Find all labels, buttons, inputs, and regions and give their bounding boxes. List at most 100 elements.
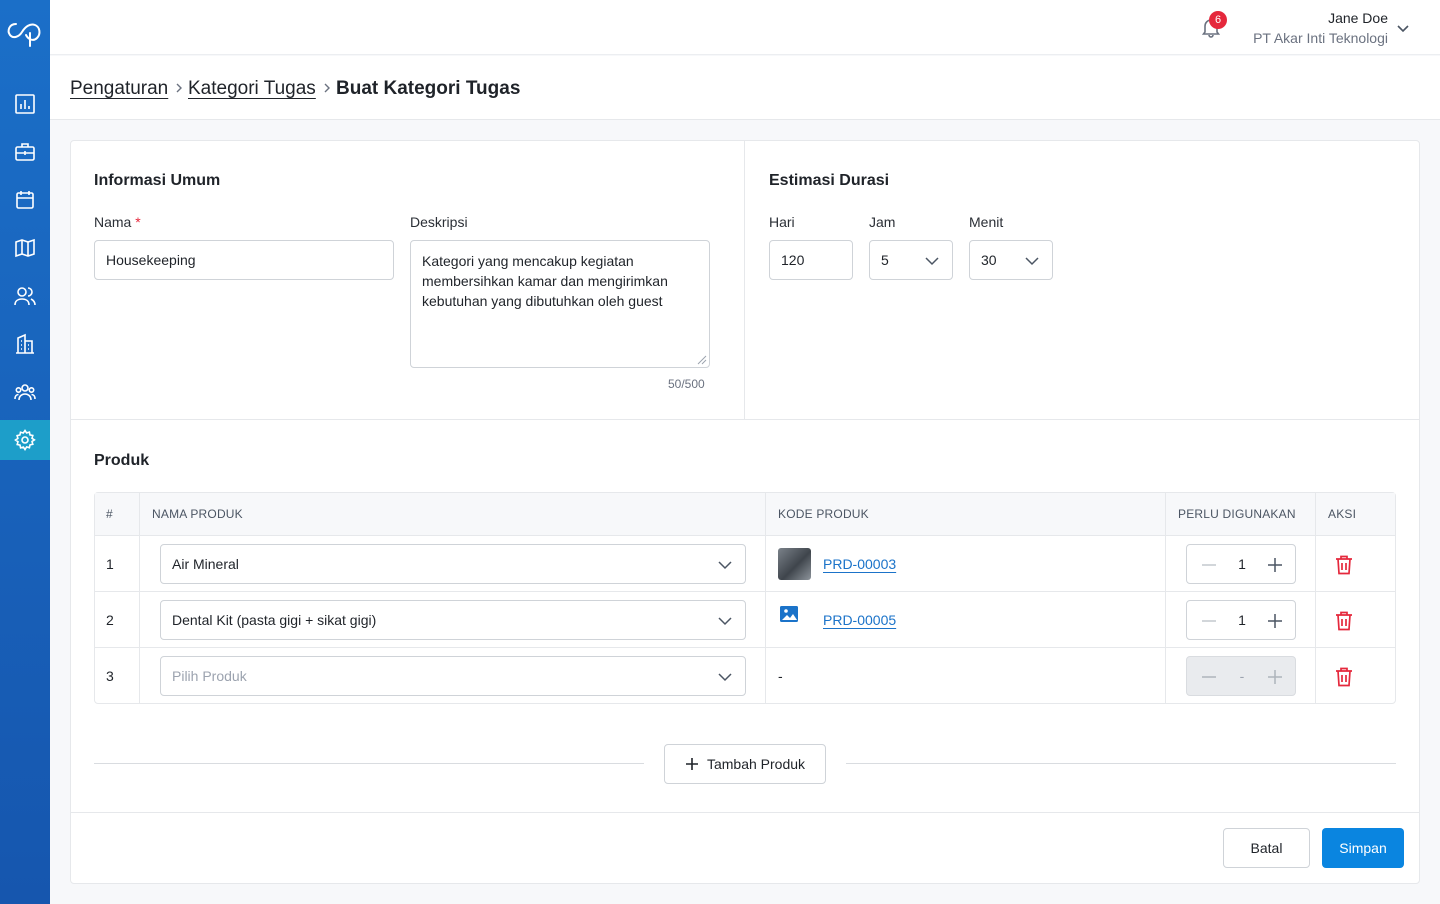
chevron-down-icon <box>925 257 939 266</box>
page-title: Buat Kategori Tugas <box>336 78 521 99</box>
sidebar-item-map[interactable] <box>0 228 50 268</box>
footer-divider <box>71 812 1419 813</box>
divider-line <box>846 763 1396 764</box>
section-divider <box>71 419 1419 420</box>
resize-grip-icon[interactable] <box>697 355 707 365</box>
day-label: Hari <box>769 214 795 230</box>
plus-icon[interactable] <box>1267 557 1283 573</box>
cancel-button[interactable]: Batal <box>1223 828 1310 868</box>
save-button[interactable]: Simpan <box>1322 828 1404 868</box>
minute-value: 30 <box>981 252 997 268</box>
plus-icon[interactable] <box>1267 613 1283 629</box>
quantity-value[interactable]: 1 <box>1223 556 1261 572</box>
trash-icon[interactable] <box>1335 667 1353 687</box>
sidebar-item-settings[interactable] <box>0 420 50 460</box>
name-input[interactable]: Housekeeping <box>94 240 394 280</box>
notification-badge: 6 <box>1209 11 1227 29</box>
settings-icon <box>14 429 36 451</box>
sidebar-item-tasks[interactable] <box>0 132 50 172</box>
sidebar-item-dashboard[interactable] <box>0 84 50 124</box>
minus-icon[interactable] <box>1201 558 1217 572</box>
sidebar-item-calendar[interactable] <box>0 180 50 220</box>
products-title: Produk <box>94 452 150 469</box>
day-input[interactable]: 120 <box>769 240 853 280</box>
topbar: 6 Jane Doe PT Akar Inti Teknologi <box>50 0 1440 55</box>
plus-icon <box>1268 670 1282 684</box>
name-label: Nama * <box>94 214 141 230</box>
description-textarea[interactable]: Kategori yang mencakup kegiatan membersi… <box>410 240 710 368</box>
chevron-down-icon[interactable] <box>1396 21 1410 35</box>
chevron-down-icon <box>1025 257 1039 266</box>
product-placeholder: Pilih Produk <box>172 668 247 684</box>
quantity-stepper: - <box>1186 656 1296 696</box>
quantity-value[interactable]: 1 <box>1223 612 1261 628</box>
hour-value: 5 <box>881 252 889 268</box>
building-icon <box>16 333 34 354</box>
table-row: 1 Air Mineral PRD-00003 1 <box>95 536 1395 592</box>
column-header-number: # <box>106 507 113 521</box>
hour-select[interactable]: 5 <box>869 240 953 280</box>
products-table: # NAMA PRODUK KODE PRODUK PERLU DIGUNAKA… <box>94 492 1396 704</box>
product-select[interactable]: Air Mineral <box>160 544 746 584</box>
divider-line <box>94 763 644 764</box>
character-counter: 50/500 <box>668 377 705 391</box>
dashboard-icon <box>15 94 35 114</box>
row-number: 1 <box>106 556 114 572</box>
section-divider <box>744 141 745 420</box>
image-placeholder-icon <box>780 606 798 622</box>
hour-label: Jam <box>869 214 896 230</box>
add-product-label: Tambah Produk <box>706 756 806 772</box>
add-product-button[interactable]: Tambah Produk <box>664 744 826 784</box>
table-row: 2 Dental Kit (pasta gigi + sikat gigi) P… <box>95 592 1395 648</box>
column-header-product-name: NAMA PRODUK <box>152 507 243 521</box>
sidebar-item-team[interactable] <box>0 372 50 412</box>
description-label: Deskripsi <box>410 214 468 230</box>
users-icon <box>14 287 36 306</box>
column-header-action: AKSI <box>1328 507 1357 521</box>
app-logo[interactable] <box>6 18 44 48</box>
product-select[interactable]: Pilih Produk <box>160 656 746 696</box>
breadcrumb: Pengaturan Kategori Tugas Buat Kategori … <box>50 56 1440 120</box>
product-select[interactable]: Dental Kit (pasta gigi + sikat gigi) <box>160 600 746 640</box>
duration-title: Estimasi Durasi <box>769 172 890 189</box>
product-name: Air Mineral <box>172 556 239 572</box>
minute-select[interactable]: 30 <box>969 240 1053 280</box>
row-number: 3 <box>106 668 114 684</box>
quantity-value: - <box>1239 668 1245 684</box>
product-name: Dental Kit (pasta gigi + sikat gigi) <box>172 612 377 628</box>
minus-icon[interactable] <box>1201 614 1217 628</box>
product-code-link[interactable]: PRD-00003 <box>823 556 896 572</box>
briefcase-icon <box>15 143 35 161</box>
trash-icon[interactable] <box>1335 555 1353 575</box>
plus-icon <box>685 758 698 770</box>
minus-icon <box>1202 676 1216 678</box>
user-company: PT Akar Inti Teknologi <box>1253 30 1388 46</box>
sidebar-item-users[interactable] <box>0 276 50 316</box>
minute-label: Menit <box>969 214 1004 230</box>
sidebar <box>0 0 50 904</box>
product-thumbnail <box>778 548 811 580</box>
map-icon <box>15 238 35 258</box>
chevron-down-icon <box>718 561 732 570</box>
team-icon <box>14 384 36 401</box>
column-header-product-code: KODE PRODUK <box>778 507 869 521</box>
chevron-right-icon <box>324 83 330 93</box>
table-row: 3 Pilih Produk - - <box>95 648 1395 704</box>
description-text: Kategori yang mencakup kegiatan membersi… <box>422 253 668 309</box>
table-header: # NAMA PRODUK KODE PRODUK PERLU DIGUNAKA… <box>95 493 1395 536</box>
breadcrumb-link-task-category[interactable]: Kategori Tugas <box>188 78 316 100</box>
quantity-stepper: 1 <box>1186 600 1296 640</box>
column-header-quantity: PERLU DIGUNAKAN <box>1178 507 1296 521</box>
chevron-down-icon <box>718 673 732 682</box>
sidebar-item-building[interactable] <box>0 324 50 364</box>
calendar-icon <box>16 191 34 209</box>
chevron-down-icon <box>718 617 732 626</box>
product-code-link[interactable]: PRD-00005 <box>823 612 896 628</box>
user-name[interactable]: Jane Doe <box>1328 10 1388 26</box>
product-code-empty: - <box>778 668 783 684</box>
breadcrumb-link-settings[interactable]: Pengaturan <box>70 78 168 100</box>
trash-icon[interactable] <box>1335 611 1353 631</box>
general-info-title: Informasi Umum <box>94 172 221 189</box>
quantity-stepper: 1 <box>1186 544 1296 584</box>
row-number: 2 <box>106 612 114 628</box>
